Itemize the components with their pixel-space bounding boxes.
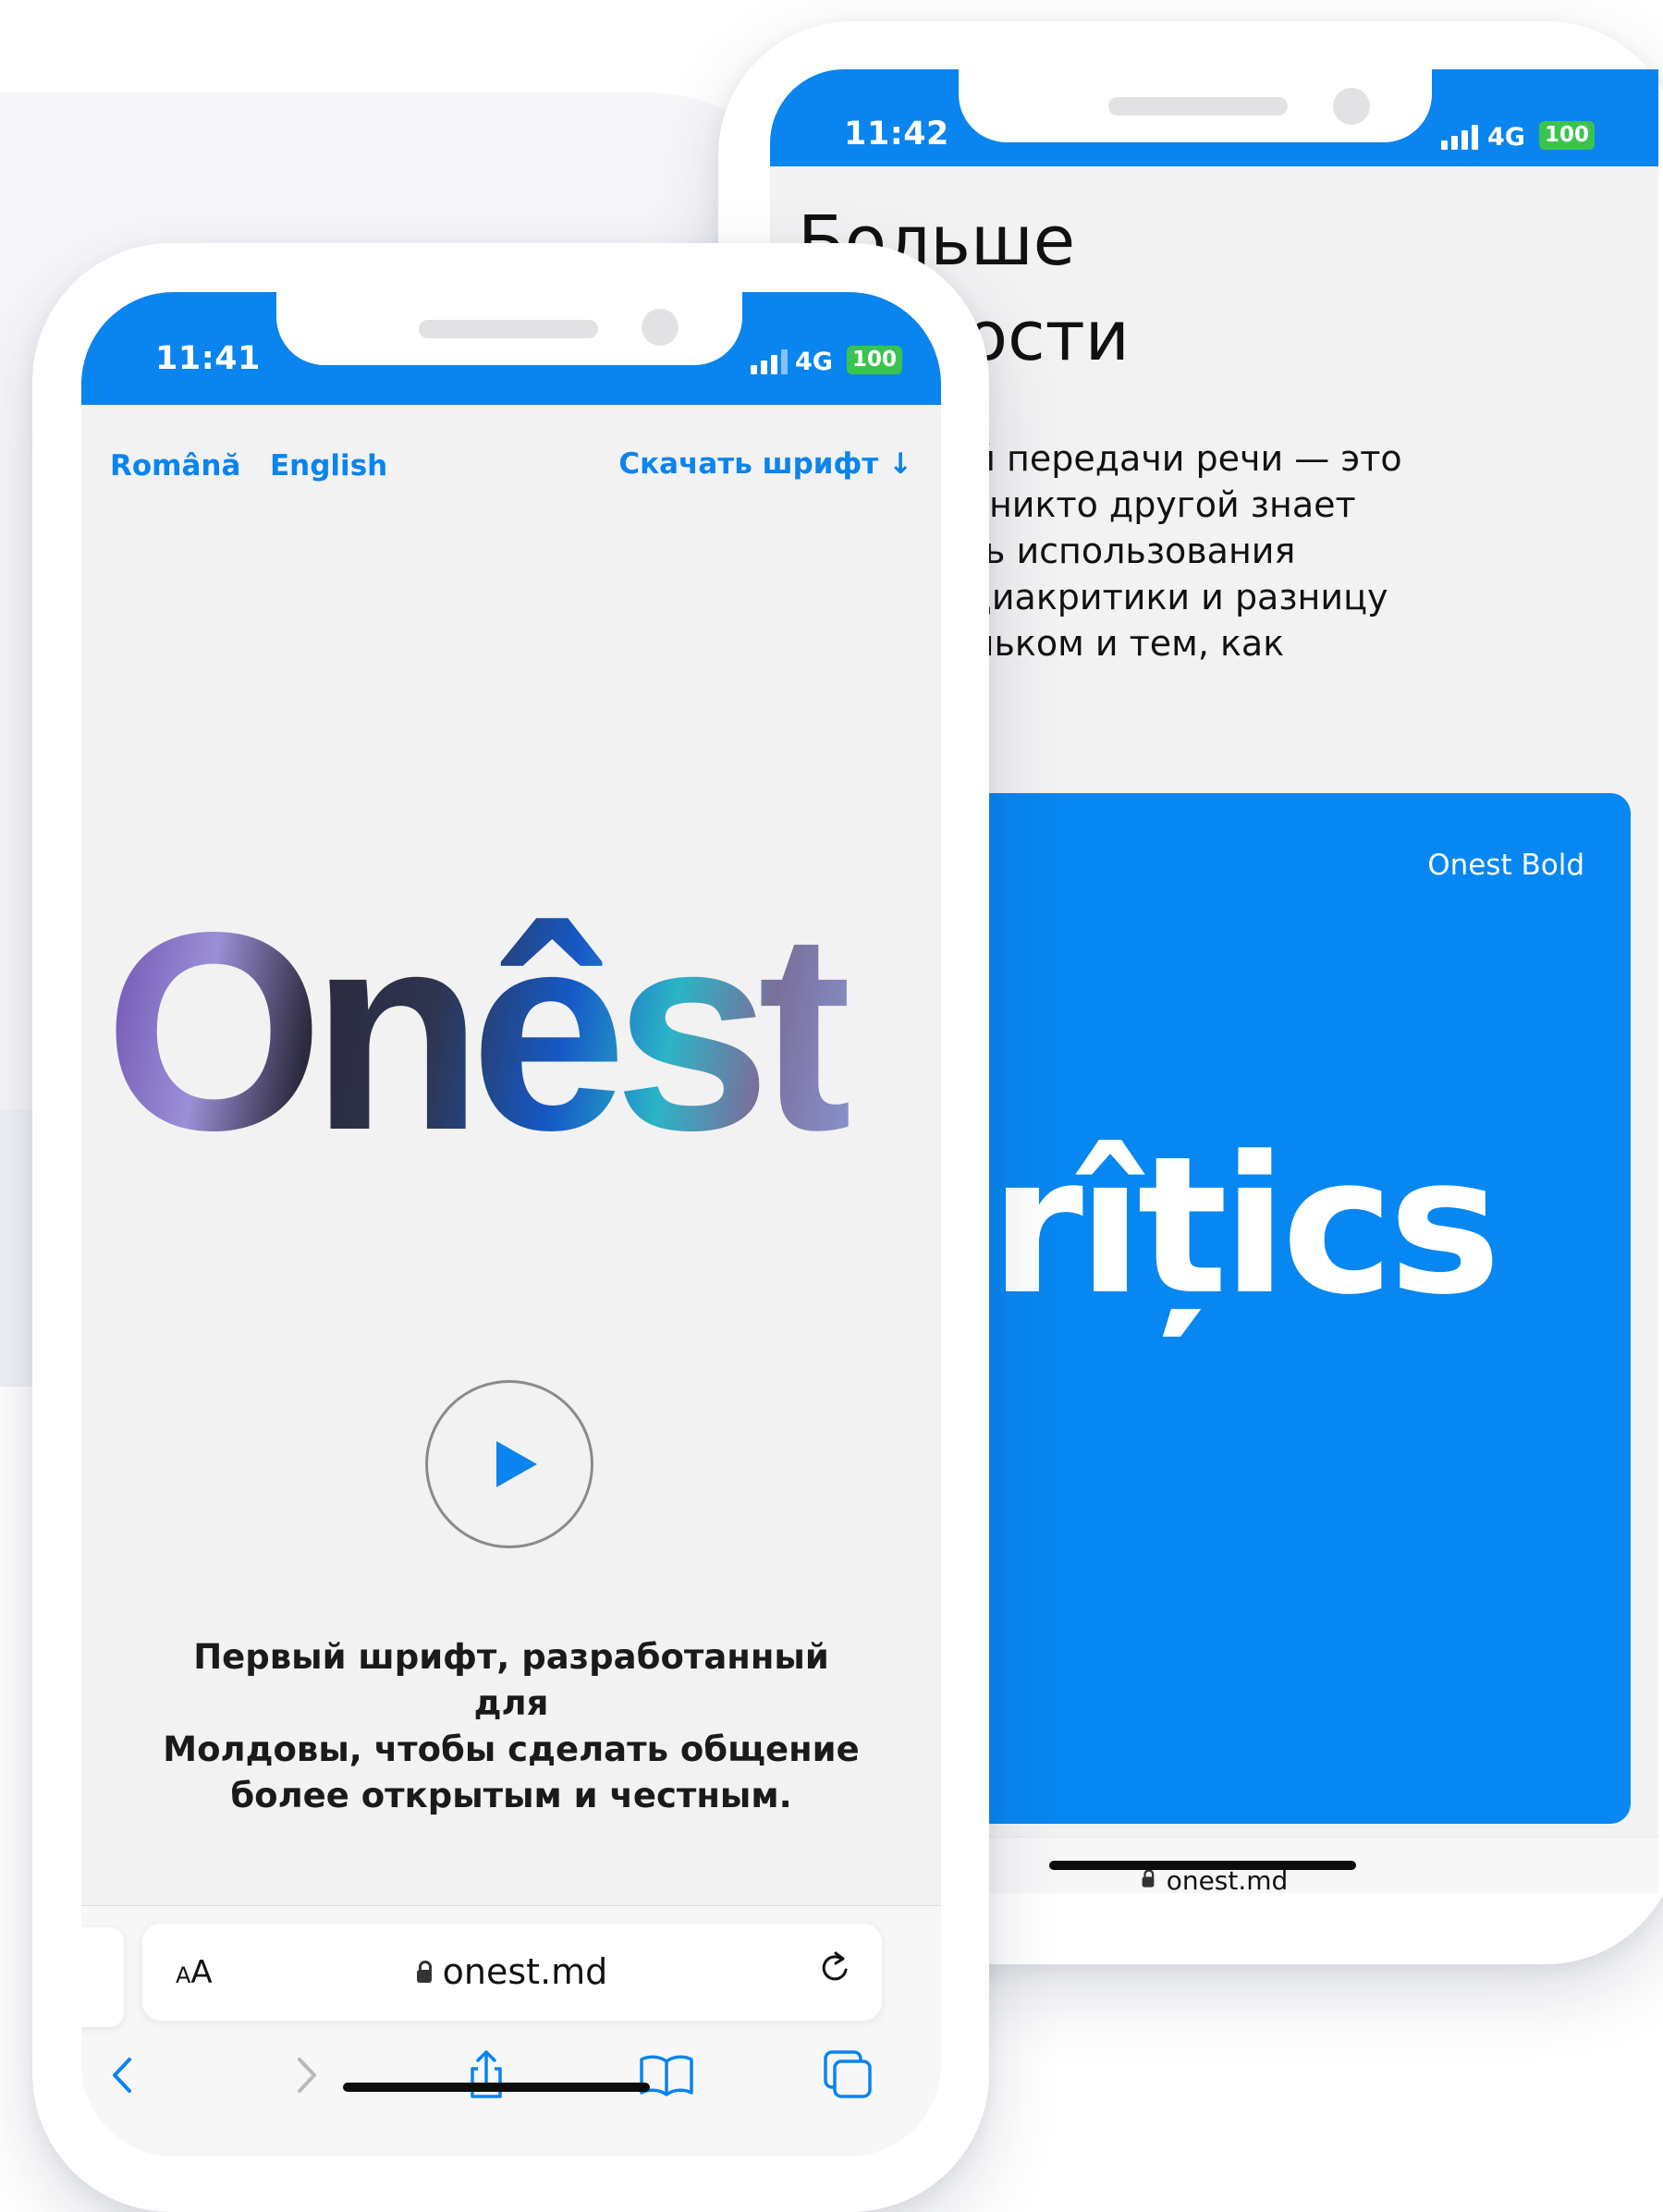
browser-toolbar: AA onest.md <box>81 1905 941 2157</box>
address-bar[interactable]: AA onest.md <box>142 1924 882 2021</box>
lang-link-english[interactable]: English <box>270 449 387 483</box>
status-time: 11:41 <box>155 340 261 377</box>
tabs-icon[interactable] <box>818 2045 879 2106</box>
notch <box>276 292 742 365</box>
status-time: 11:42 <box>844 116 949 153</box>
battery-badge: 100 <box>847 346 903 374</box>
camera <box>642 309 679 346</box>
signal-icon <box>751 349 788 374</box>
back-icon[interactable] <box>92 2045 153 2106</box>
signal-icon <box>1441 125 1478 150</box>
download-font-link[interactable]: Скачать шрифт ↓ <box>618 447 912 481</box>
tagline: Первый шрифт, разработанный для Молдовы,… <box>163 1637 860 1815</box>
font-weight-label: Onest Bold <box>1427 849 1584 882</box>
play-icon <box>496 1441 537 1487</box>
home-indicator[interactable] <box>1049 1861 1356 1870</box>
navigation-bar <box>81 2045 941 2109</box>
front-screen: 11:41 4G 100 Română English Скачать шриф… <box>81 292 941 2157</box>
speaker <box>419 320 598 338</box>
share-icon[interactable] <box>456 2045 517 2106</box>
lang-link-romana[interactable]: Română <box>110 449 240 483</box>
lock-icon <box>416 1961 432 1983</box>
status-bar: 11:41 4G 100 <box>81 292 941 405</box>
bookmarks-icon[interactable] <box>636 2045 697 2106</box>
logo: Onêst <box>104 884 936 1179</box>
play-button[interactable] <box>425 1380 593 1548</box>
phone-front: 11:41 4G 100 Română English Скачать шриф… <box>32 243 989 2212</box>
status-bar: 11:42 4G 100 <box>770 69 1658 166</box>
url-label: onest.md <box>142 1951 882 1992</box>
speaker <box>1108 97 1288 116</box>
network-label: 4G <box>795 348 833 376</box>
camera <box>1333 88 1370 125</box>
reload-icon[interactable] <box>817 1949 854 1986</box>
home-indicator[interactable] <box>343 2083 650 2092</box>
network-label: 4G <box>1487 123 1525 152</box>
forward-icon[interactable] <box>275 2045 336 2106</box>
previous-tab-preview[interactable] <box>81 1927 124 2027</box>
battery-badge: 100 <box>1539 121 1596 150</box>
language-nav: Română English Скачать шрифт ↓ <box>110 440 912 486</box>
logo-wordmark: Onêst <box>104 884 936 1179</box>
lock-icon <box>1142 1869 1155 1888</box>
notch <box>959 69 1432 142</box>
url-text: onest.md <box>442 1951 608 1992</box>
